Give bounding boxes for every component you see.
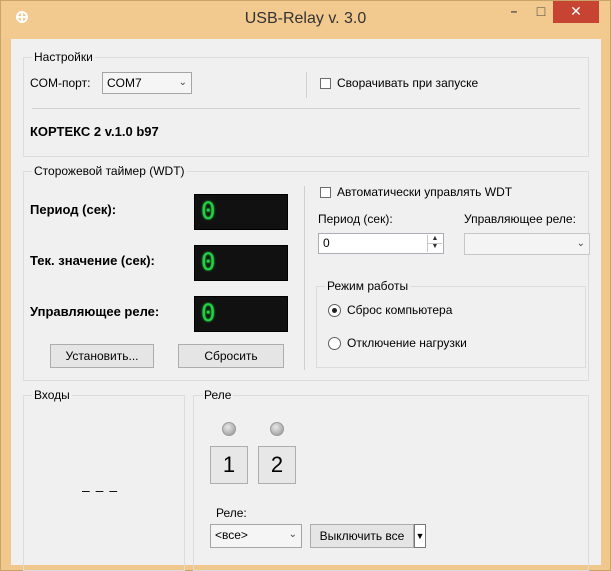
com-port-label: COM-порт:	[30, 76, 91, 90]
wdt-current-value-digit: 0	[201, 248, 216, 276]
set-button[interactable]: Установить...	[50, 344, 154, 368]
wdt-group: Сторожевой таймер (WDT) Период (сек): 0 …	[23, 163, 590, 381]
spin-buttons: ▲ ▼	[427, 235, 442, 252]
reset-button[interactable]: Сбросить	[178, 344, 284, 368]
mode-reset-radio[interactable]	[328, 304, 341, 317]
mode-load-off-radio[interactable]	[328, 337, 341, 350]
relay-1-button[interactable]: 1	[210, 446, 248, 484]
minimize-button[interactable]: –	[501, 1, 527, 23]
work-mode-group: Режим работы Сброс компьютера Отключение…	[316, 278, 586, 368]
com-port-select[interactable]: COM7 ⌄	[102, 72, 192, 94]
wdt-period-label: Период (сек):	[30, 202, 117, 217]
app-window: USB-Relay v. 3.0 – □ ✕ Настройки COM-пор…	[0, 0, 611, 571]
chevron-down-icon: ⌄	[288, 529, 297, 540]
relay-group: Реле 1 2 Реле: <все> ⌄ Выключить все ▼	[193, 387, 589, 571]
mode-reset-label: Сброс компьютера	[347, 303, 453, 317]
minimize-on-start-label: Сворачивать при запуске	[337, 76, 479, 90]
settings-group: Настройки COM-порт: COM7 ⌄ Сворачивать п…	[23, 49, 589, 157]
wdt-current-value-label: Тек. значение (сек):	[30, 253, 155, 268]
chevron-down-icon: ⌄	[178, 77, 187, 88]
relay-select-value: <все>	[215, 528, 248, 542]
auto-control-wdt-checkbox[interactable]	[320, 187, 331, 198]
mode-load-off-label: Отключение нагрузки	[347, 336, 467, 350]
relay-legend: Реле	[202, 387, 234, 403]
wdt-period-spinbox[interactable]: 0 ▲ ▼	[318, 233, 444, 254]
relay-2-button[interactable]: 2	[258, 446, 296, 484]
wdt-current-value-display: 0	[194, 245, 288, 281]
inputs-legend: Входы	[32, 387, 72, 403]
wdt-period-input-label: Период (сек):	[318, 212, 393, 226]
wdt-period-input-value: 0	[323, 236, 330, 250]
wdt-vertical-divider	[304, 186, 305, 370]
relay-select-label: Реле:	[216, 506, 247, 520]
wdt-control-relay-select-label: Управляющее реле:	[464, 212, 576, 226]
settings-legend: Настройки	[32, 49, 95, 65]
chevron-down-icon: ⌄	[576, 238, 585, 249]
maximize-button[interactable]: □	[527, 1, 555, 23]
inputs-group: Входы – – –	[23, 387, 185, 571]
wdt-period-digit: 0	[201, 197, 216, 225]
com-port-value: COM7	[107, 76, 142, 90]
relay-2-led	[270, 422, 284, 436]
device-version-text: КОРТЕКС 2 v.1.0 b97	[30, 124, 159, 139]
wdt-legend: Сторожевой таймер (WDT)	[32, 163, 187, 179]
settings-horizontal-divider	[32, 108, 580, 109]
wdt-control-relay-label: Управляющее реле:	[30, 304, 160, 319]
auto-control-wdt-label: Автоматически управлять WDT	[337, 185, 513, 199]
turn-off-all-button[interactable]: Выключить все	[310, 524, 414, 548]
wdt-control-relay-digit: 0	[201, 299, 216, 327]
main-client-area: Настройки COM-порт: COM7 ⌄ Сворачивать п…	[11, 39, 601, 571]
relay-select[interactable]: <все> ⌄	[210, 524, 302, 548]
wdt-control-relay-display: 0	[194, 296, 288, 332]
triangle-down-icon[interactable]: ▼	[414, 524, 426, 548]
close-button[interactable]: ✕	[553, 1, 599, 23]
inputs-value: – – –	[82, 482, 119, 498]
triangle-down-icon[interactable]: ▼	[428, 243, 442, 251]
work-mode-legend: Режим работы	[325, 278, 411, 294]
title-bar[interactable]: USB-Relay v. 3.0 – □ ✕	[1, 1, 610, 39]
wdt-control-relay-select[interactable]: ⌄	[464, 233, 590, 255]
relay-1-led	[222, 422, 236, 436]
settings-vertical-divider	[306, 72, 307, 98]
minimize-on-start-checkbox[interactable]	[320, 78, 331, 89]
radio-selected-dot	[332, 308, 337, 313]
wdt-period-display: 0	[194, 194, 288, 230]
